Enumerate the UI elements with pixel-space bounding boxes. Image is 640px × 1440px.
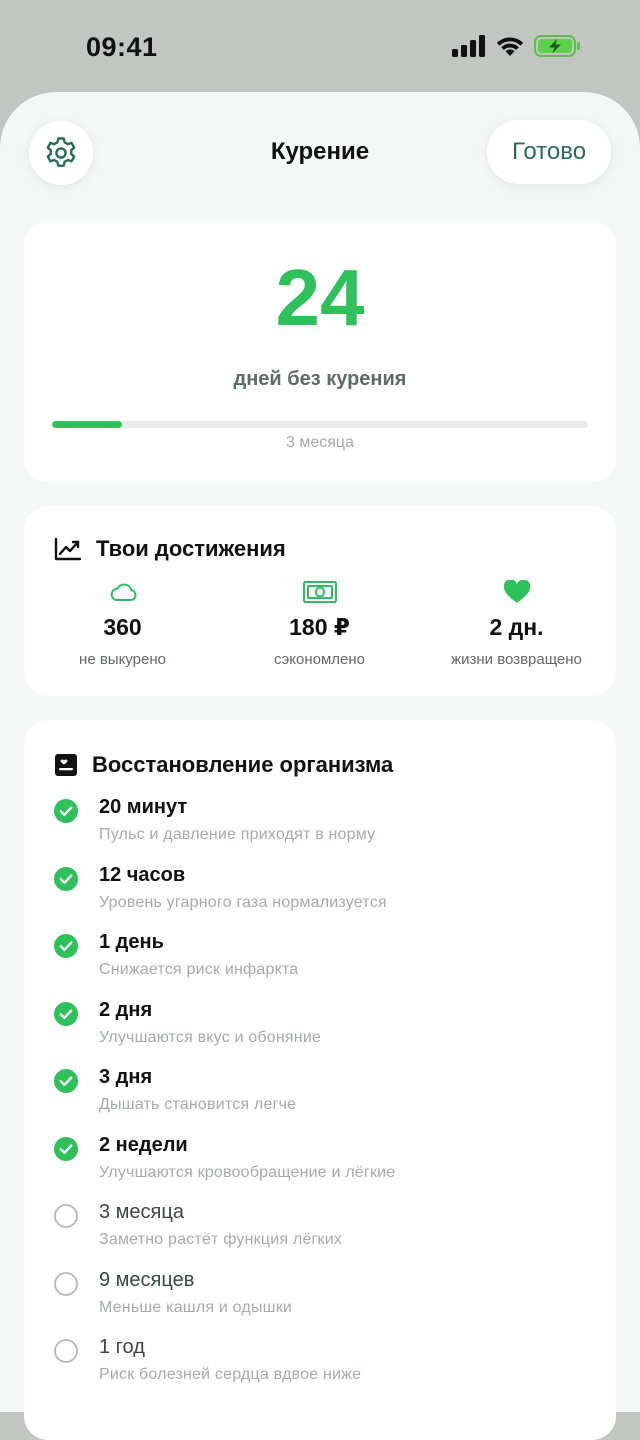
recovery-title: Восстановление организма: [92, 752, 394, 777]
nav-bar: Курение Готово: [0, 92, 640, 216]
achievement-label: не выкурено: [79, 651, 166, 668]
days-caption: дней без курения: [233, 368, 407, 390]
recovery-item-title: 2 недели: [99, 1133, 188, 1156]
achievement-value: 180 ₽: [289, 614, 350, 640]
recovery-item-title: 3 месяца: [99, 1201, 184, 1223]
empty-circle-icon: [54, 1204, 78, 1228]
achievement-value: 360: [103, 614, 142, 640]
wifi-icon: [496, 37, 524, 56]
achievement-label: сэкономлено: [273, 651, 366, 668]
check-circle-icon: [54, 866, 78, 891]
recovery-item-title: 3 дня: [99, 1066, 153, 1088]
status-bar: 09:41: [0, 0, 640, 92]
trend-chart-icon: [54, 537, 82, 561]
status-icons: [452, 34, 582, 58]
check-circle-icon: [54, 1069, 78, 1093]
recovery-item-title: 2 дня: [99, 998, 153, 1021]
recovery-item-subtitle: Заметно растёт функция лёгких: [99, 1231, 343, 1248]
achievements-row: 360 не выкурено 180 ₽ сэкономлено 2 дн. …: [24, 578, 616, 668]
achievement-label: жизни возвращено: [451, 651, 582, 668]
recovery-item: 1 год Риск болезней сердца вдвое ниже: [52, 1336, 592, 1404]
check-circle-icon: [54, 1136, 78, 1161]
recovery-item: 2 недели Улучшаются кровообращение и лёгк…: [52, 1134, 592, 1202]
cellular-signal-icon: [452, 35, 485, 57]
recovery-item-title: 20 минут: [99, 796, 188, 818]
recovery-item: 3 дня Дышать становится легче: [52, 1066, 592, 1134]
recovery-item: 2 дня Улучшаются вкус и обоняние: [52, 999, 592, 1067]
achievement-life: 2 дн. жизни возвращено: [418, 578, 615, 668]
recovery-item-title: 1 год: [99, 1336, 145, 1358]
heart-icon: [503, 580, 530, 603]
days-count: 24: [275, 253, 365, 342]
recovery-header: Восстановление организма: [54, 752, 393, 778]
recovery-item-title: 12 часов: [99, 863, 186, 886]
recovery-item-title: 1 день: [99, 931, 164, 953]
status-time: 09:41: [86, 32, 158, 62]
recovery-item-title: 9 месяцев: [99, 1268, 195, 1291]
empty-circle-icon: [54, 1339, 78, 1363]
recovery-item-subtitle: Улучшаются кровообращение и лёгкие: [99, 1163, 396, 1181]
empty-circle-icon: [54, 1271, 78, 1296]
streak-card: 24 дней без курения 3 месяца: [24, 222, 616, 482]
recovery-card: Восстановление организма 20 минут Пульс и…: [24, 720, 616, 1440]
banknote-icon: [302, 581, 337, 603]
recovery-item-subtitle: Риск болезней сердца вдвое ниже: [99, 1366, 362, 1383]
recovery-item-subtitle: Улучшаются вкус и обоняние: [99, 1028, 322, 1046]
done-button[interactable]: Готово: [487, 120, 611, 184]
check-circle-icon: [54, 799, 78, 823]
recovery-item: 12 часов Уровень угарного газа нормализуе…: [52, 864, 592, 932]
health-card-icon: [55, 754, 77, 776]
battery-charging-icon: [534, 35, 580, 57]
recovery-item: 9 месяцев Меньше кашля и одышки: [52, 1269, 592, 1337]
goal-label: 3 месяца: [286, 434, 354, 451]
check-circle-icon: [54, 1001, 78, 1026]
achievements-card: Твои достижения 360 не выкурено 180 ₽ сэ…: [24, 506, 616, 696]
goal-progress-fill: [52, 421, 122, 428]
recovery-item: 1 день Снижается риск инфаркта: [52, 931, 592, 999]
achievement-value: 2 дн.: [489, 614, 544, 640]
recovery-item-subtitle: Пульс и давление приходят в норму: [99, 826, 376, 843]
recovery-item-subtitle: Меньше кашля и одышки: [99, 1298, 293, 1316]
recovery-item: 20 минут Пульс и давление приходят в норм…: [52, 796, 592, 864]
achievements-header: Твои достижения: [54, 536, 286, 562]
achievements-title: Твои достижения: [96, 536, 286, 561]
sheet: Курение Готово 24 дней без курения 3 мес…: [0, 92, 640, 1440]
recovery-item-subtitle: Снижается риск инфаркта: [99, 961, 299, 978]
cloud-icon: [110, 583, 137, 601]
goal-progress-bar: [52, 421, 588, 428]
recovery-item: 3 месяца Заметно растёт функция лёгких: [52, 1201, 592, 1269]
achievement-money: 180 ₽ сэкономлено: [221, 578, 418, 668]
check-circle-icon: [54, 934, 78, 958]
recovery-list: 20 минут Пульс и давление приходят в норм…: [52, 796, 592, 1404]
recovery-item-subtitle: Уровень угарного газа нормализуется: [99, 893, 387, 911]
recovery-item-subtitle: Дышать становится легче: [99, 1096, 297, 1113]
achievement-cigarettes: 360 не выкурено: [24, 578, 221, 668]
